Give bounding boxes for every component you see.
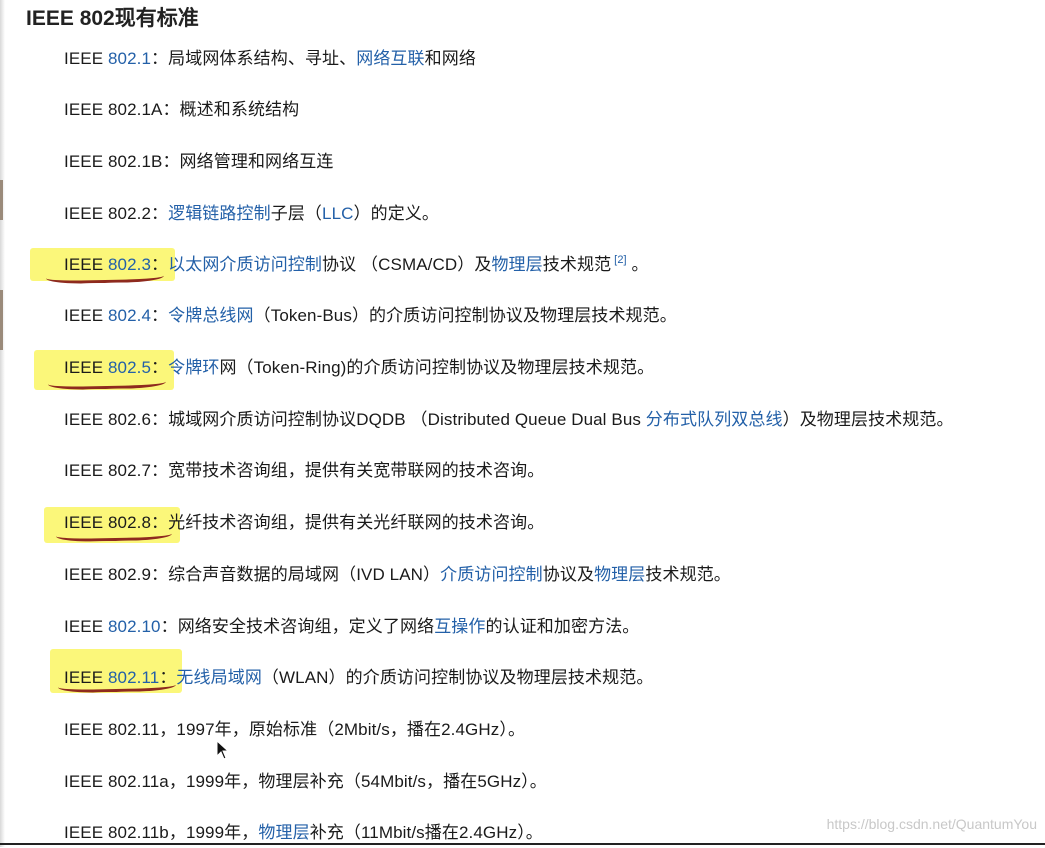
standard-number-link[interactable]: 802.3: [108, 255, 151, 274]
standard-entry: IEEE 802.1：局域网体系结构、寻址、网络互联和网络: [64, 44, 476, 74]
standard-entry: IEEE 802.6：城域网介质访问控制协议DQDB （Distributed …: [64, 405, 954, 435]
standard-id: IEEE 802.8：: [64, 513, 169, 532]
description-link[interactable]: 分布式队列双总线: [646, 410, 783, 429]
description-text: 网络管理和网络互连: [179, 152, 334, 171]
description-text: 光纤技术咨询组，提供有关光纤联网的技术咨询。: [168, 513, 545, 532]
description-link[interactable]: 网络互联: [356, 49, 424, 68]
standard-entry: IEEE 802.11，1997年，原始标准（2Mbit/s，播在2.4GHz）…: [64, 715, 525, 745]
separator: ：: [151, 358, 169, 377]
standard-id: IEEE 802.11b，: [64, 823, 186, 842]
separator: ：: [151, 255, 169, 274]
standard-entry: IEEE 802.4：令牌总线网（Token-Bus）的介质访问控制协议及物理层…: [64, 301, 677, 331]
underline-802-3: [45, 272, 165, 285]
description-text: 综合声音数据的局域网（IVD LAN）: [168, 565, 441, 584]
description-text: 1999年，: [185, 823, 259, 842]
standard-number-link[interactable]: 802.10: [108, 617, 161, 636]
description-link[interactable]: 以太网介质访问控制: [168, 255, 322, 274]
description-text: 1997年，原始标准（2Mbit/s，播在2.4GHz）。: [176, 720, 526, 739]
description-text: 技术规范。: [645, 565, 731, 584]
edge-mark: [0, 180, 3, 220]
standard-id: IEEE 802.6：: [64, 410, 169, 429]
standard-id: IEEE 802.7：: [64, 461, 169, 480]
standard-entry: IEEE 802.2：逻辑链路控制子层（LLC）的定义。: [64, 199, 439, 229]
window-left-edge: [0, 0, 5, 847]
description-text: 1999年，物理层补充（54Mbit/s，播在5GHz）。: [185, 772, 547, 791]
standard-id: IEEE: [64, 49, 108, 68]
standard-entry: IEEE 802.11a，1999年，物理层补充（54Mbit/s，播在5GHz…: [64, 767, 547, 797]
standard-id: IEEE: [64, 255, 108, 274]
standard-entry: IEEE 802.10：网络安全技术咨询组，定义了网络互操作的认证和加密方法。: [64, 612, 639, 642]
description-text: 城域网介质访问控制协议DQDB （Distributed Queue Dual …: [168, 410, 646, 429]
description-link[interactable]: 逻辑链路控制: [168, 204, 271, 223]
mouse-pointer-icon: [216, 739, 230, 765]
standard-number-link[interactable]: 802.5: [108, 358, 151, 377]
standard-id: IEEE 802.11a，: [64, 772, 186, 791]
description-text: 协议 （CSMA/CD）及: [322, 255, 492, 274]
standard-entry: IEEE 802.1B：网络管理和网络互连: [64, 147, 333, 177]
description-text: （WLAN）的介质访问控制协议及物理层技术规范。: [261, 668, 654, 687]
edge-mark: [0, 290, 3, 350]
standard-entry: IEEE 802.9：综合声音数据的局域网（IVD LAN）介质访问控制协议及物…: [64, 560, 731, 590]
standard-number-link[interactable]: 802.1: [108, 49, 151, 68]
description-text: 协议及: [542, 565, 595, 584]
separator: ：: [151, 49, 169, 68]
standard-number-link[interactable]: 802.4: [108, 306, 151, 325]
description-link[interactable]: 无线局域网: [176, 668, 262, 687]
description-link[interactable]: 互操作: [434, 617, 485, 636]
description-text: （Token-Bus）的介质访问控制协议及物理层技术规范。: [253, 306, 677, 325]
description-text: 。: [626, 255, 649, 274]
description-text: 宽带技术咨询组，提供有关宽带联网的技术咨询。: [168, 461, 545, 480]
description-text: 网（Token-Ring)的介质访问控制协议及物理层技术规范。: [219, 358, 655, 377]
standard-id: IEEE: [64, 358, 108, 377]
description-text: ）及物理层技术规范。: [782, 410, 954, 429]
description-text: 补充（11Mbit/s播在2.4GHz）。: [309, 823, 543, 842]
description-text: 网络安全技术咨询组，定义了网络: [177, 617, 435, 636]
standard-id: IEEE: [64, 617, 108, 636]
standard-id: IEEE 802.9：: [64, 565, 169, 584]
separator: ：: [151, 306, 169, 325]
description-text: 的认证和加密方法。: [485, 617, 640, 636]
description-text: 子层（: [270, 204, 323, 223]
standard-id: IEEE 802.1A：: [64, 100, 180, 119]
page-title: IEEE 802现有标准: [26, 7, 199, 30]
standard-id: IEEE 802.1B：: [64, 152, 180, 171]
description-link[interactable]: LLC: [322, 204, 354, 223]
description-link[interactable]: 物理层: [258, 823, 309, 842]
standard-entry: IEEE 802.1A：概述和系统结构: [64, 95, 299, 125]
standard-id: IEEE 802.2：: [64, 204, 169, 223]
standard-id: IEEE: [64, 306, 108, 325]
description-text: ）的定义。: [353, 204, 440, 223]
description-text: 和网络: [424, 49, 476, 68]
bottom-border: [0, 843, 1045, 845]
description-text: 概述和系统结构: [179, 100, 300, 119]
standard-entry: IEEE 802.7：宽带技术咨询组，提供有关宽带联网的技术咨询。: [64, 456, 544, 486]
description-link[interactable]: 介质访问控制: [440, 565, 543, 584]
separator: ：: [160, 617, 178, 636]
citation-link[interactable]: [2]: [614, 254, 627, 266]
description-text: 技术规范: [542, 255, 612, 274]
description-link[interactable]: 物理层: [491, 255, 542, 274]
watermark: https://blog.csdn.net/QuantumYou: [826, 816, 1037, 832]
description-link[interactable]: 物理层: [594, 565, 645, 584]
description-link[interactable]: 令牌总线网: [168, 306, 254, 325]
description-text: 局域网体系结构、寻址、: [168, 49, 357, 68]
description-link[interactable]: 令牌环: [168, 358, 219, 377]
standard-id: IEEE 802.11，: [64, 720, 177, 739]
